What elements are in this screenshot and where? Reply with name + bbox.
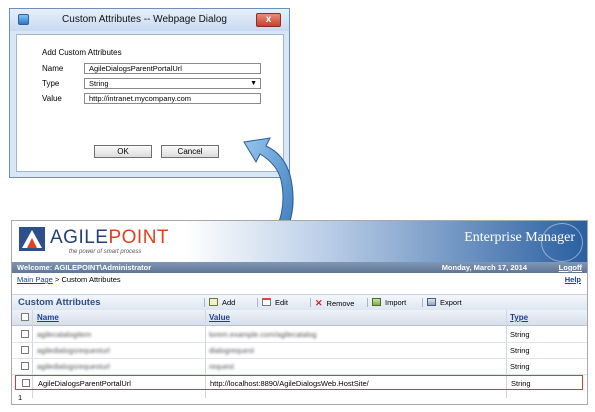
breadcrumb-main-page[interactable]: Main Page [17,275,53,284]
name-field[interactable]: AgileDialogsParentPortalUrl [84,63,261,74]
column-header-name[interactable]: Name [37,313,59,322]
ok-button[interactable]: OK [94,145,152,158]
product-title: Enterprise Manager [464,230,575,245]
brand-suffix: POINT [108,227,170,248]
add-icon [209,298,218,306]
row-checkbox[interactable] [21,346,29,354]
table-header-row: Name Value Type [12,310,587,326]
import-icon [372,298,381,306]
logoff-link[interactable]: Logoff [559,262,582,273]
toolbar-separator [204,298,205,307]
import-label: Import [385,298,407,307]
section-header: Custom Attributes Add Edit ✕ Remove Impor… [12,294,587,311]
edit-button[interactable]: Edit [262,298,288,307]
add-button[interactable]: Add [209,298,235,307]
value-field[interactable]: http://intranet.mycompany.com [84,93,261,104]
brand-prefix: AGILE [50,227,109,248]
row-name: AgileDialogsParentPortalUrl [38,379,131,388]
row-type: String [510,330,530,339]
section-title: Custom Attributes [18,297,101,308]
table-row[interactable]: agiledialogsrequesturl request String [12,358,587,375]
welcome-text: Welcome: AGILEPOINT\Administrator [17,263,152,272]
toolbar-separator [310,298,311,307]
edit-label: Edit [275,298,288,307]
row-checkbox[interactable] [22,379,30,387]
cancel-button[interactable]: Cancel [161,145,219,158]
remove-label: Remove [326,299,355,308]
import-button[interactable]: Import [372,298,406,307]
value-label: Value [42,94,62,103]
toolbar-separator [257,298,258,307]
row-type: String [510,362,530,371]
column-header-value[interactable]: Value [209,313,230,322]
brand-tagline: the power of smart process [69,249,142,255]
app-banner: AGILEPOINT the power of smart process En… [12,221,587,262]
edit-icon [262,298,271,306]
brand-name: AGILEPOINT [50,227,169,249]
enterprise-manager-window: AGILEPOINT the power of smart process En… [11,220,588,405]
breadcrumb-separator: > [54,275,60,284]
name-label: Name [42,64,64,73]
agilepoint-logo-icon [19,227,45,251]
toolbar-separator [422,298,423,307]
select-all-checkbox[interactable] [21,313,29,321]
export-button[interactable]: Export [427,298,462,307]
table-row[interactable]: agiledialogsrequesturl dialogrequest Str… [12,342,587,359]
breadcrumb-current: Custom Attributes [61,275,121,284]
dialog-title: Custom Attributes -- Webpage Dialog [62,14,227,25]
row-value: lorem.example.com/agilecatalog [209,330,317,339]
date-text: Monday, March 17, 2014 [441,263,527,272]
status-bar: Welcome: AGILEPOINT\Administrator Monday… [12,262,587,273]
ie-app-icon [18,14,29,25]
add-label: Add [222,298,236,307]
row-name: agilecatalogitem [37,330,92,339]
row-value: request [209,362,235,371]
dialog-heading: Add Custom Attributes [42,48,122,57]
pager[interactable]: 1 [18,393,22,402]
row-checkbox[interactable] [21,330,29,338]
type-select-value: String [89,79,109,88]
help-link[interactable]: Help [565,275,581,284]
row-value: http://localhost:8890/AgileDialogsWeb.Ho… [210,379,369,388]
row-value: dialogrequest [209,346,255,355]
row-checkbox[interactable] [21,362,29,370]
chevron-down-icon: ▼ [250,80,257,87]
row-type: String [511,379,531,388]
dialog-titlebar: Custom Attributes -- Webpage Dialog x [10,9,289,31]
breadcrumb: Main Page > Custom Attributes [17,275,121,284]
row-type: String [510,346,530,355]
close-button[interactable]: x [256,13,281,27]
column-header-type[interactable]: Type [510,313,528,322]
export-label: Export [440,298,462,307]
row-name: agiledialogsrequesturl [37,362,110,371]
highlighted-table-row[interactable]: AgileDialogsParentPortalUrl http://local… [15,375,583,390]
row-name: agiledialogsrequesturl [37,346,110,355]
remove-icon: ✕ [315,298,323,308]
toolbar-separator [367,298,368,307]
export-icon [427,298,436,306]
type-select[interactable]: String ▼ [84,78,261,89]
remove-button[interactable]: ✕ Remove [315,298,354,309]
type-label: Type [42,79,60,88]
table-row[interactable]: agilecatalogitem lorem.example.com/agile… [12,326,587,343]
